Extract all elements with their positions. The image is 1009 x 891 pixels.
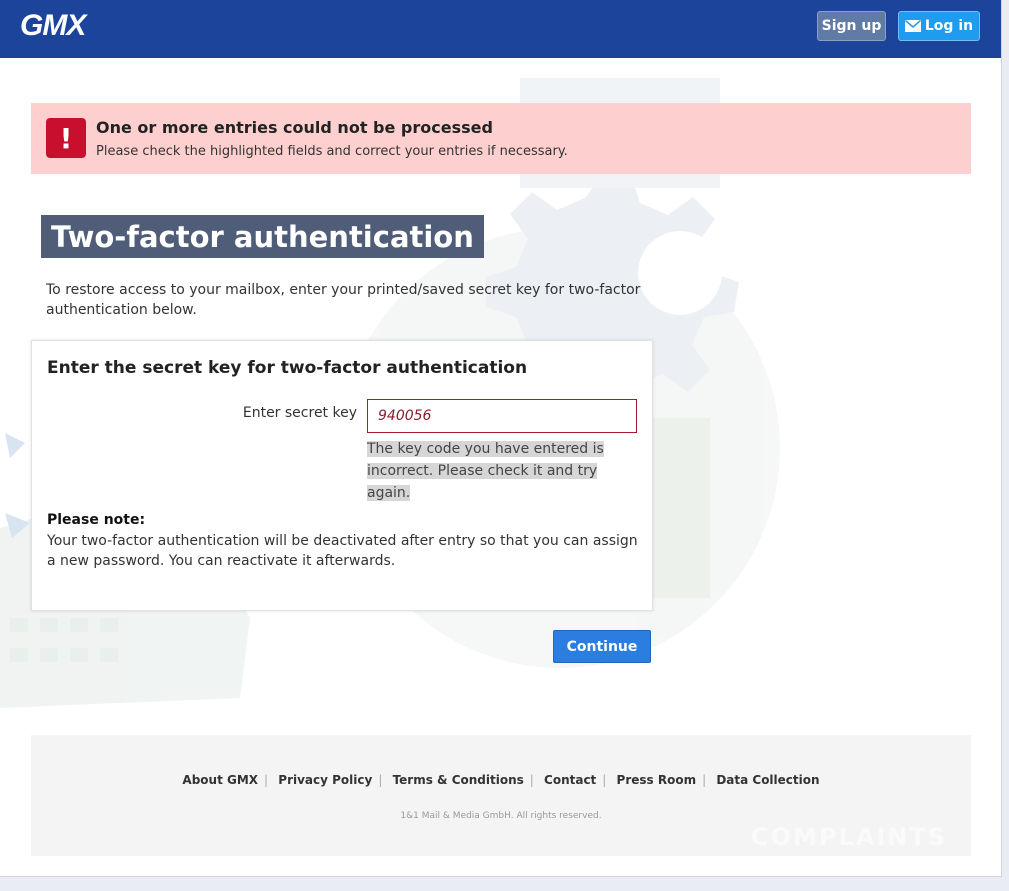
- footer-link-about[interactable]: About GMX: [176, 773, 264, 787]
- secret-key-card: Enter the secret key for two-factor auth…: [31, 340, 653, 611]
- error-alert: ! One or more entries could not be proce…: [31, 103, 971, 174]
- field-error-text: The key code you have entered is incorre…: [367, 441, 604, 501]
- page: GMX Sign up Log in ! One or more entries…: [0, 0, 1002, 877]
- secret-key-label: Enter secret key: [242, 405, 357, 421]
- log-in-label: Log in: [924, 18, 974, 34]
- footer-link-privacy[interactable]: Privacy Policy: [272, 773, 378, 787]
- intro-text: To restore access to your mailbox, enter…: [46, 282, 641, 318]
- card-title: Enter the secret key for two-factor auth…: [47, 358, 528, 378]
- page-title: Two-factor authentication: [41, 215, 484, 258]
- footer-separator: |: [602, 773, 607, 787]
- footer-link-data-collection[interactable]: Data Collection: [710, 773, 825, 787]
- footer-separator: |: [378, 773, 383, 787]
- footer-separator: |: [702, 773, 707, 787]
- footer-separator: |: [264, 773, 269, 787]
- footer: About GMX | Privacy Policy | Terms & Condi…: [31, 735, 971, 856]
- log-in-button[interactable]: Log in: [898, 11, 980, 41]
- footer-separator: |: [529, 773, 534, 787]
- envelope-icon: [904, 20, 921, 32]
- footer-link-contact[interactable]: Contact: [538, 773, 602, 787]
- exclamation-icon: !: [46, 118, 86, 158]
- sign-up-button[interactable]: Sign up: [817, 11, 886, 41]
- top-header: GMX Sign up Log in: [0, 0, 1001, 58]
- footer-link-terms[interactable]: Terms & Conditions: [387, 773, 530, 787]
- copyright: 1&1 Mail & Media GmbH. All rights reserv…: [400, 811, 602, 821]
- gmx-logo[interactable]: GMX: [20, 9, 86, 43]
- note-title: Please note:: [47, 512, 146, 528]
- field-error-message: The key code you have entered is incorre…: [367, 438, 637, 504]
- complaints-watermark: COMPLAINTS: [751, 823, 948, 851]
- alert-title: One or more entries could not be process…: [96, 118, 493, 137]
- alert-text: Please check the highlighted fields and …: [96, 144, 568, 159]
- footer-links: About GMX | Privacy Policy | Terms & Condi…: [31, 773, 971, 787]
- continue-button[interactable]: Continue: [553, 630, 651, 663]
- secret-key-input[interactable]: [367, 399, 637, 433]
- note-text: Your two-factor authentication will be d…: [47, 533, 638, 569]
- footer-link-press[interactable]: Press Room: [611, 773, 703, 787]
